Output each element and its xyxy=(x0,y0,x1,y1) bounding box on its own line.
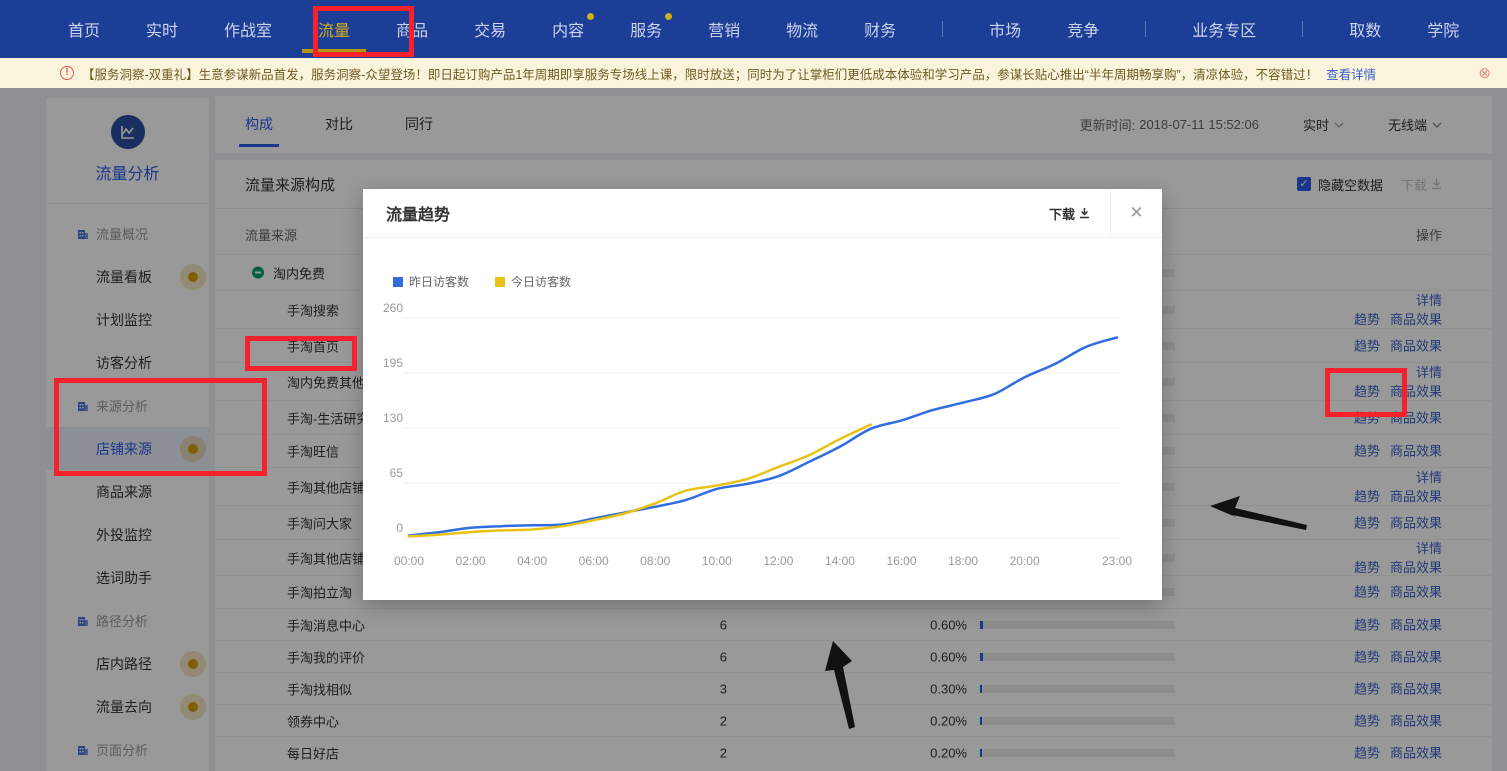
x-tick-label: 06:00 xyxy=(579,554,609,568)
notice-detail-link[interactable]: 查看详情 xyxy=(1326,64,1376,83)
x-tick-label: 12:00 xyxy=(763,554,793,568)
nav-item-label: 作战室 xyxy=(224,17,272,41)
series-line-0 xyxy=(409,338,1117,536)
nav-item-label: 物流 xyxy=(786,17,818,41)
nav-item-9[interactable]: 物流 xyxy=(786,0,818,58)
nav-item-13[interactable]: 业务专区 xyxy=(1192,0,1256,58)
notice-bar: ! 【服务洞察-双重礼】生意参谋新品首发，服务洞察-众望登场！即日起订购产品1年… xyxy=(0,58,1507,88)
nav-item-7[interactable]: 服务 xyxy=(630,0,662,58)
nav-divider xyxy=(1145,21,1146,37)
nav-item-label: 学院 xyxy=(1427,17,1459,41)
nav-item-label: 财务 xyxy=(864,17,896,41)
nav-divider xyxy=(942,21,943,37)
nav-item-3[interactable]: 流量 xyxy=(318,0,350,58)
modal-header: 流量趋势 下载 ✕ xyxy=(363,189,1162,238)
nav-item-8[interactable]: 营销 xyxy=(708,0,740,58)
close-icon[interactable]: ✕ xyxy=(1110,189,1162,238)
nav-item-label: 取数 xyxy=(1349,17,1381,41)
nav-item-label: 业务专区 xyxy=(1192,17,1256,41)
legend-label: 昨日访客数 xyxy=(409,273,469,290)
download-icon xyxy=(1079,207,1090,219)
notification-dot xyxy=(665,13,672,20)
nav-item-label: 市场 xyxy=(989,17,1021,41)
nav-item-4[interactable]: 商品 xyxy=(396,0,428,58)
x-tick-label: 10:00 xyxy=(702,554,732,568)
nav-item-0[interactable]: 首页 xyxy=(68,0,100,58)
nav-item-label: 服务 xyxy=(630,17,662,41)
nav-item-12[interactable]: 竞争 xyxy=(1067,0,1099,58)
traffic-trend-modal: 流量趋势 下载 ✕ 昨日访客数 今日访客数 0 65 130 195 260 00:00 02… xyxy=(363,189,1162,600)
nav-item-1[interactable]: 实时 xyxy=(146,0,178,58)
download-label: 下载 xyxy=(1049,204,1075,223)
legend-swatch xyxy=(495,277,505,287)
x-tick-label: 18:00 xyxy=(948,554,978,568)
trend-chart: 0 65 130 195 260 00:00 02:00 04:00 06:00 08:00 10:… xyxy=(363,293,1162,593)
y-tick-label: 260 xyxy=(383,301,403,315)
nav-item-label: 实时 xyxy=(146,17,178,41)
nav-divider xyxy=(1302,21,1303,37)
nav-item-label: 营销 xyxy=(708,17,740,41)
nav-item-label: 内容 xyxy=(552,17,584,41)
nav-item-label: 交易 xyxy=(474,17,506,41)
nav-item-label: 竞争 xyxy=(1067,17,1099,41)
notice-close-icon[interactable]: ⊗ xyxy=(1478,66,1491,81)
x-tick-label: 04:00 xyxy=(517,554,547,568)
modal-download-button[interactable]: 下载 xyxy=(1049,204,1090,223)
x-tick-label: 08:00 xyxy=(640,554,670,568)
nav-item-10[interactable]: 财务 xyxy=(864,0,896,58)
legend-label: 今日访客数 xyxy=(511,273,571,290)
top-nav: 首页 实时 作战室 流量 商品 交易 内容 服务 营销 物流 财务 市场 竞争 业务专区 取数 学院 xyxy=(0,0,1507,58)
chart-legend: 昨日访客数 今日访客数 xyxy=(393,273,597,290)
y-tick-label: 130 xyxy=(383,411,403,425)
warning-icon: ! xyxy=(60,66,74,80)
nav-item-6[interactable]: 内容 xyxy=(552,0,584,58)
x-tick-label: 00:00 xyxy=(394,554,424,568)
nav-item-label: 商品 xyxy=(396,17,428,41)
legend-swatch xyxy=(393,277,403,287)
nav-item-15[interactable]: 学院 xyxy=(1427,0,1459,58)
nav-item-14[interactable]: 取数 xyxy=(1349,0,1381,58)
y-tick-label: 195 xyxy=(383,356,403,370)
series-line-1 xyxy=(409,425,871,537)
nav-items: 首页 实时 作战室 流量 商品 交易 内容 服务 营销 物流 财务 市场 竞争 业务专区 取数 学院 xyxy=(68,0,1505,58)
y-tick-label: 0 xyxy=(396,521,403,535)
nav-item-5[interactable]: 交易 xyxy=(474,0,506,58)
nav-item-2[interactable]: 作战室 xyxy=(224,0,272,58)
notice-text: 【服务洞察-双重礼】生意参谋新品首发，服务洞察-众望登场！即日起订购产品1年周期… xyxy=(82,64,1318,83)
x-tick-label: 14:00 xyxy=(825,554,855,568)
x-tick-label: 23:00 xyxy=(1102,554,1132,568)
nav-item-11[interactable]: 市场 xyxy=(989,0,1021,58)
y-tick-label: 65 xyxy=(390,466,404,480)
legend-item-0[interactable]: 昨日访客数 xyxy=(393,273,469,290)
notification-dot xyxy=(587,13,594,20)
nav-item-label: 流量 xyxy=(318,17,350,41)
legend-item-1[interactable]: 今日访客数 xyxy=(495,273,571,290)
x-tick-label: 02:00 xyxy=(456,554,486,568)
x-tick-label: 16:00 xyxy=(887,554,917,568)
nav-item-label: 首页 xyxy=(68,17,100,41)
x-tick-label: 20:00 xyxy=(1010,554,1040,568)
modal-title: 流量趋势 xyxy=(386,201,1049,225)
